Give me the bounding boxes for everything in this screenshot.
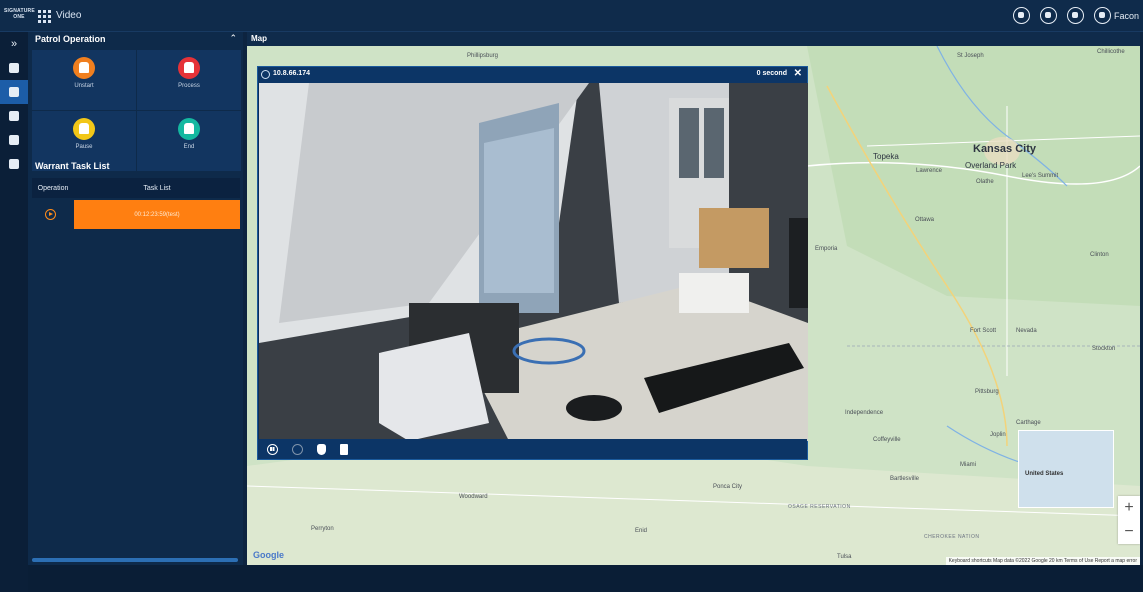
mic-icon[interactable]	[292, 443, 303, 455]
map-label: Kansas City	[973, 143, 1036, 155]
op-label: End	[183, 144, 195, 150]
map-label: Fort Scott	[970, 328, 997, 334]
map-label: Emporia	[815, 246, 838, 252]
map-label: Enid	[635, 528, 648, 534]
unstart-icon	[73, 57, 95, 79]
map-label: Chillicothe	[1097, 49, 1125, 55]
overview-map[interactable]: United States	[1018, 430, 1114, 508]
pause-icon	[73, 118, 95, 140]
patrol-header: Patrol Operation ⌃	[28, 32, 243, 46]
collapse-icon[interactable]: ⌃	[229, 33, 237, 44]
map-label: Lee's Summit	[1022, 173, 1059, 179]
map-label: Olathe	[976, 179, 994, 185]
play-icon[interactable]	[45, 209, 56, 220]
map-label: Perryton	[311, 526, 334, 532]
video-window[interactable]: 10.8.66.174 0 second ✕	[257, 66, 808, 460]
vehicle-icon[interactable]	[0, 56, 28, 80]
map-label: Nevada	[1016, 328, 1037, 334]
video-controls	[258, 439, 807, 459]
patrol-title: Patrol Operation	[35, 34, 106, 44]
map-label: United States	[1025, 471, 1064, 477]
app-title: Video	[56, 10, 82, 21]
map-label: Joplin	[990, 432, 1006, 438]
map-label: Stockton	[1092, 346, 1116, 352]
video-timer: 0 second	[756, 70, 787, 77]
task-table-header: Operation Task List	[32, 178, 240, 198]
zoom-controls: + −	[1118, 496, 1140, 544]
op-label: Process	[178, 83, 200, 89]
camera-icon	[261, 70, 270, 79]
op-label: Unstart	[74, 83, 94, 89]
map-label: Carthage	[1016, 420, 1041, 426]
patrol-operations: Unstart Process Pause End	[32, 50, 241, 174]
document-icon[interactable]	[340, 443, 348, 455]
map-label: St Joseph	[957, 53, 984, 59]
map-label: Tulsa	[837, 554, 852, 560]
app-root: SIGNATURE ONE Video Facon » Patrol Opera…	[0, 0, 1143, 592]
map-label: Clinton	[1090, 252, 1109, 258]
police-icon[interactable]	[1066, 7, 1084, 24]
op-process[interactable]: Process	[137, 50, 241, 110]
left-panel: Patrol Operation ⌃ Unstart Process Pause…	[28, 32, 243, 592]
close-icon[interactable]: ✕	[794, 68, 802, 79]
expand-icon[interactable]: »	[0, 32, 28, 56]
map-attribution[interactable]: Keyboard shortcuts Map data ©2022 Google…	[945, 557, 1140, 565]
bottom-bar	[28, 565, 1143, 592]
brand-logo: SIGNATURE ONE	[4, 8, 35, 20]
document-icon[interactable]	[0, 152, 28, 176]
map-label: Independence	[845, 410, 884, 416]
map-label: Overland Park	[965, 161, 1017, 170]
group-icon[interactable]	[0, 128, 28, 152]
warrant-title: Warrant Task List	[35, 161, 110, 171]
video-header: 10.8.66.174 0 second ✕	[258, 67, 807, 83]
map-label: CHEROKEE NATION	[924, 534, 980, 540]
map-label: Topeka	[873, 152, 899, 161]
op-label: Pause	[75, 144, 93, 150]
map-title: Map	[251, 34, 267, 43]
column-operation: Operation	[37, 184, 69, 192]
map-label: Ponca City	[713, 484, 743, 490]
map-label: Miami	[960, 462, 976, 468]
bell-icon[interactable]	[1039, 7, 1057, 24]
apps-grid-icon[interactable]	[38, 10, 51, 23]
end-icon	[178, 118, 200, 140]
map-label: Phillipsburg	[467, 53, 499, 59]
map-label: OSAGE RESERVATION	[788, 504, 851, 510]
user-name[interactable]: Facon	[1114, 11, 1139, 21]
icon-rail: »	[0, 32, 28, 592]
map-label: Ottawa	[915, 217, 935, 223]
table-row[interactable]: 00:12:23:59(test)	[32, 200, 240, 229]
task-operation-cell	[32, 200, 74, 229]
map-label: Woodward	[459, 494, 488, 500]
map-label: Bartlesville	[890, 476, 920, 482]
hand-icon[interactable]	[317, 443, 326, 455]
map-label: Pittsburg	[975, 389, 999, 395]
zoom-in-button[interactable]: +	[1118, 496, 1140, 520]
map-label: Lawrence	[916, 168, 943, 174]
op-unstart[interactable]: Unstart	[32, 50, 136, 110]
process-icon	[178, 57, 200, 79]
map-label: Coffeyville	[873, 437, 901, 443]
chat-icon[interactable]	[1012, 7, 1030, 24]
patrol-icon[interactable]	[0, 104, 28, 128]
panel-scrollbar[interactable]	[32, 558, 238, 562]
pause-icon[interactable]	[267, 443, 278, 455]
user-icon[interactable]	[1093, 7, 1111, 24]
google-logo: Google	[253, 550, 284, 560]
camera-ip: 10.8.66.174	[273, 70, 310, 77]
map-header: Map	[247, 32, 1140, 46]
officer-icon[interactable]	[0, 80, 28, 104]
top-bar: SIGNATURE ONE Video Facon	[0, 0, 1143, 32]
task-cell[interactable]: 00:12:23:59(test)	[74, 200, 240, 229]
op-end[interactable]: End	[137, 111, 241, 171]
top-actions: Facon	[1003, 7, 1139, 24]
video-stream[interactable]	[259, 83, 808, 441]
task-table: Operation Task List 00:12:23:59(test)	[32, 178, 240, 229]
zoom-out-button[interactable]: −	[1118, 520, 1140, 544]
column-task-list: Task List	[143, 184, 171, 192]
video-scene	[259, 83, 808, 441]
